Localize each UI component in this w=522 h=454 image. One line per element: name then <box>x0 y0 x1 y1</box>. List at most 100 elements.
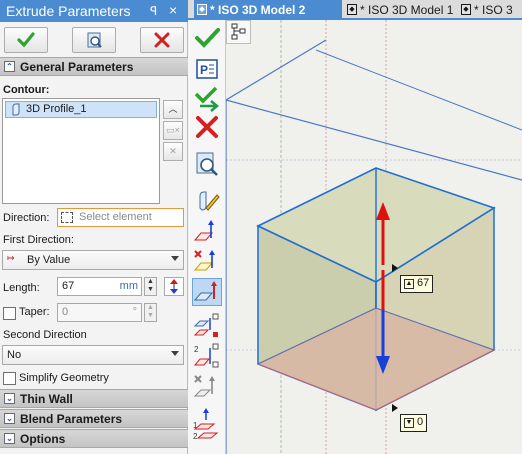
preview-icon <box>196 152 218 176</box>
reverse-direction-button[interactable] <box>164 277 184 296</box>
section-label: General Parameters <box>20 60 134 74</box>
first-direction-value: By Value <box>27 254 71 266</box>
tab-label: * ISO 3D Model 2 <box>210 3 306 17</box>
taper-stepper[interactable]: ▲ ▼ <box>144 303 157 322</box>
length-label: Length: <box>3 282 40 294</box>
direction-tool-button[interactable] <box>192 218 222 246</box>
close-icon[interactable]: × <box>169 2 177 18</box>
symmetric-tool-button[interactable]: 12 <box>192 408 222 441</box>
dimension-down-icon: ▼ <box>404 418 414 428</box>
panel-action-buttons <box>0 27 188 53</box>
extrude-two-sides-icon: 2 <box>193 343 219 368</box>
dimension-value: 0 <box>417 416 424 428</box>
list-item[interactable]: 3D Profile_1 <box>5 101 157 118</box>
checkmark-icon <box>195 28 220 48</box>
dimension-up-icon: ▲ <box>404 279 414 289</box>
second-direction-select[interactable]: No <box>2 345 184 365</box>
extrude-by-value-icon <box>193 281 217 301</box>
view-tree-icon <box>231 23 246 40</box>
cancel-x-icon <box>154 32 170 48</box>
apply-continue-button[interactable] <box>192 84 222 112</box>
svg-text:2: 2 <box>194 345 199 354</box>
view-options-button[interactable] <box>226 20 251 44</box>
taper-input[interactable]: 0 ° <box>57 303 142 322</box>
direction-arrow-icon <box>193 220 214 241</box>
ok-button[interactable] <box>4 27 48 53</box>
length-dimension-label[interactable]: ▲ 67 <box>400 275 434 293</box>
options-section[interactable]: ⌄ Options <box>0 429 188 448</box>
ok-tool-button[interactable] <box>192 24 222 52</box>
section-label: Thin Wall <box>20 392 73 406</box>
document-icon: ◆ <box>197 4 207 15</box>
direction-label: Direction: <box>3 212 50 224</box>
pin-icon[interactable]: ꟼ <box>150 4 157 18</box>
taper-checkbox[interactable] <box>3 307 16 320</box>
panel-title-bar: Extrude Parameters ꟼ × <box>0 0 188 22</box>
document-icon: ◆ <box>461 4 471 15</box>
preview-tool-button[interactable] <box>192 150 222 178</box>
parameters-icon: P <box>196 59 218 79</box>
second-dimension-label[interactable]: ▼ 0 <box>400 414 428 432</box>
extrude-through-icon <box>193 375 215 397</box>
length-input[interactable]: 67 mm <box>57 277 142 296</box>
tab-iso-3d-model-2[interactable]: ◆ * ISO 3D Model 2 <box>194 0 342 20</box>
expand-chevron-icon: ⌄ <box>4 433 15 444</box>
panel-title: Extrude Parameters <box>6 3 131 19</box>
through-all-tool-button[interactable] <box>192 372 222 400</box>
direction-placeholder: Select element <box>79 211 152 223</box>
command-toolbar: P 2 12 <box>188 20 226 454</box>
profile-icon <box>12 103 20 116</box>
extrude-parameters-panel: Extrude Parameters ꟼ × ⌃ General Paramet… <box>0 0 188 454</box>
apply-continue-icon <box>194 86 219 112</box>
tab-iso-3[interactable]: ◆ * ISO 3 <box>458 0 522 20</box>
to-surface-tool-button[interactable]: 2 <box>192 342 222 370</box>
extrude-to-vertex-icon <box>193 313 219 337</box>
document-tabs: ◆ * ISO 3D Model 2 ◆ * ISO 3D Model 1 ◆ … <box>188 0 522 20</box>
checkmark-icon <box>17 32 35 48</box>
clear-list-button[interactable]: ✕ <box>163 142 183 161</box>
general-parameters-section[interactable]: ⌃ General Parameters <box>0 57 188 76</box>
tab-iso-3d-model-1[interactable]: ◆ * ISO 3D Model 1 <box>344 0 456 20</box>
svg-text:2: 2 <box>193 432 198 440</box>
remove-item-button[interactable]: ▭× <box>163 121 183 140</box>
document-icon: ◆ <box>347 4 357 15</box>
pencil-contour-icon <box>199 191 220 211</box>
expand-chevron-icon: ⌄ <box>4 413 15 424</box>
select-element-icon <box>61 212 73 223</box>
chevron-down-icon <box>171 256 179 261</box>
taper-label: Taper: <box>19 306 50 318</box>
length-value: 67 <box>62 280 75 292</box>
cancel-tool-button[interactable] <box>192 114 222 142</box>
3d-viewport[interactable]: ▲ 67 ▼ 0 <box>226 20 522 454</box>
parameters-tool-button[interactable]: P <box>192 56 222 84</box>
section-label: Options <box>20 432 66 446</box>
contour-label: Contour: <box>3 84 50 96</box>
simplify-geometry-checkbox[interactable] <box>3 372 16 385</box>
simplify-geometry-label: Simplify Geometry <box>19 372 109 384</box>
preview-button[interactable] <box>72 27 116 53</box>
contour-tool-button[interactable] <box>192 188 222 216</box>
taper-value: 0 <box>62 306 69 318</box>
scene-canvas[interactable] <box>226 20 522 454</box>
tab-label: * ISO 3 <box>474 3 513 17</box>
move-up-button[interactable]: ︿ <box>163 100 183 119</box>
extrude-preview-box[interactable] <box>256 167 496 412</box>
svg-text:P: P <box>200 63 208 77</box>
length-stepper[interactable]: ▲ ▼ <box>144 277 157 296</box>
second-direction-label: Second Direction <box>3 329 87 341</box>
blend-parameters-section[interactable]: ⌄ Blend Parameters <box>0 409 188 428</box>
list-item-label: 3D Profile_1 <box>26 103 87 115</box>
reset-direction-button[interactable] <box>192 246 222 274</box>
thin-wall-section[interactable]: ⌄ Thin Wall <box>0 389 188 408</box>
by-value-tool-button[interactable] <box>192 278 222 306</box>
collapse-chevron-icon: ⌃ <box>4 61 15 72</box>
by-value-icon: ↦ <box>7 253 15 263</box>
direction-field[interactable]: Select element <box>57 208 184 227</box>
section-label: Blend Parameters <box>20 412 123 426</box>
cancel-x-icon <box>196 116 218 138</box>
cancel-button[interactable] <box>140 27 184 53</box>
first-direction-select[interactable]: ↦ By Value <box>2 250 184 270</box>
length-unit: mm <box>119 280 138 292</box>
contour-list[interactable]: 3D Profile_1 <box>2 98 160 204</box>
to-vertex-tool-button[interactable] <box>192 312 222 340</box>
